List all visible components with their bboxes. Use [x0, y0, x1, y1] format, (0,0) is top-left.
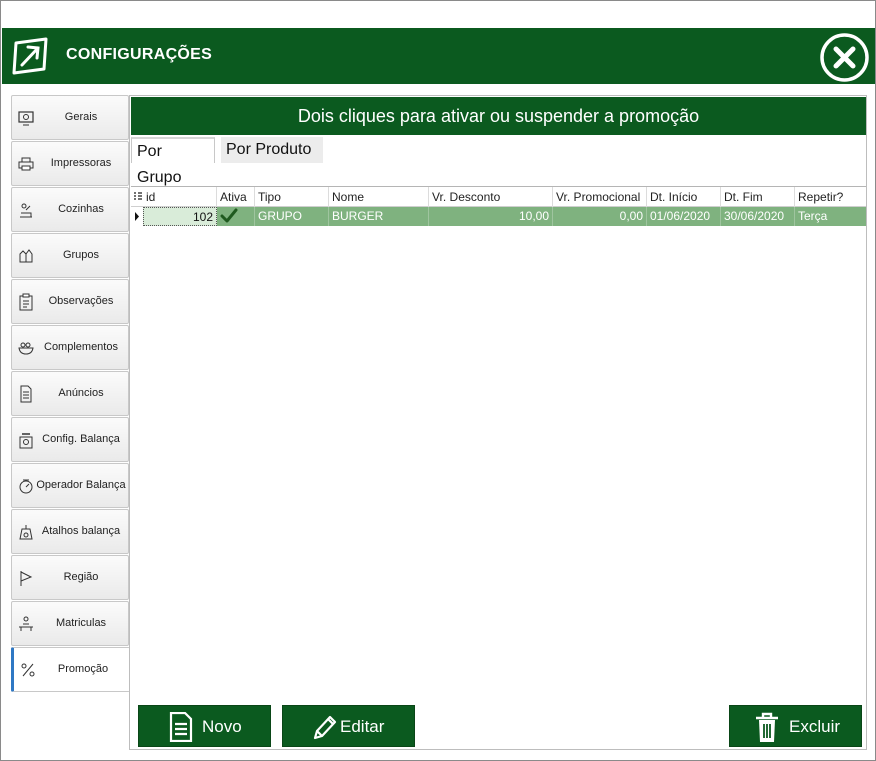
bowl-icon: [18, 342, 34, 355]
sidebar-item-label: Região: [63, 571, 99, 583]
sidebar-item-label: Cozinhas: [58, 203, 104, 215]
column-chooser-icon[interactable]: [134, 192, 142, 202]
cell-tipo[interactable]: GRUPO: [255, 207, 329, 226]
cell-repetir[interactable]: Terça: [795, 207, 866, 226]
sidebar-item-gerais[interactable]: Gerais: [11, 95, 129, 140]
row-pointer-icon: [135, 212, 139, 221]
check-icon: [220, 208, 238, 223]
printer-icon: [18, 157, 34, 171]
sidebar-item-label: Impressoras: [50, 157, 112, 169]
sidebar-item-promocao[interactable]: Promoção: [11, 647, 130, 692]
sidebar-item-label: Anúncios: [58, 387, 104, 399]
col-header-repetir[interactable]: Repetir?: [795, 187, 866, 207]
scale-dial-icon: [19, 479, 33, 494]
document-icon: [169, 712, 193, 742]
sidebar-item-operador-balanca[interactable]: Operador Balança: [11, 463, 129, 508]
edit-button-label: Editar: [340, 717, 385, 736]
promotion-icon: [21, 663, 35, 677]
pencil-icon: [313, 715, 337, 740]
flag-icon: [20, 571, 33, 586]
table-row[interactable]: 102 GRUPO BURGER 10,00 0,00 01/06/2020 3…: [131, 207, 866, 226]
sidebar-item-atalhos-balanca[interactable]: Atalhos balança: [11, 509, 129, 554]
col-header-tipo[interactable]: Tipo: [255, 187, 329, 207]
monitor-gear-icon: [18, 111, 34, 126]
sidebar-item-impressoras[interactable]: Impressoras: [11, 141, 129, 186]
clipboard-icon: [19, 293, 33, 311]
sidebar-item-regiao[interactable]: Região: [11, 555, 129, 600]
sidebar-item-grupos[interactable]: Grupos: [11, 233, 129, 278]
title-bar: CONFIGURAÇÕES: [2, 28, 875, 84]
sidebar-item-label: Atalhos balança: [41, 525, 121, 537]
cell-nome[interactable]: BURGER: [329, 207, 429, 226]
window-title: CONFIGURAÇÕES: [66, 46, 213, 63]
col-header-id[interactable]: id: [143, 187, 217, 207]
col-header-vr-desconto[interactable]: Vr. Desconto: [429, 187, 553, 207]
sidebar-item-label: Matriculas: [55, 617, 107, 629]
sidebar-item-label: Promoção: [57, 663, 109, 675]
cell-vr-promocional[interactable]: 0,00: [553, 207, 647, 226]
cell-ativa[interactable]: [217, 207, 255, 226]
instruction-banner: Dois cliques para ativar ou suspender a …: [131, 97, 866, 135]
col-header-dt-fim[interactable]: Dt. Fim: [721, 187, 795, 207]
cell-vr-desconto[interactable]: 10,00: [429, 207, 553, 226]
app-logo-icon: [12, 37, 48, 75]
edit-button[interactable]: Editar: [282, 705, 415, 747]
main-panel: Dois cliques para ativar ou suspender a …: [129, 95, 867, 750]
delete-button-label: Excluir: [789, 717, 841, 736]
document-icon: [20, 385, 32, 403]
sidebar-item-label: Config. Balança: [42, 433, 120, 445]
sidebar-item-matriculas[interactable]: Matriculas: [11, 601, 129, 646]
sidebar-item-label: Observações: [48, 295, 114, 307]
col-header-nome[interactable]: Nome: [329, 187, 429, 207]
trash-icon: [756, 712, 778, 742]
config-window: CONFIGURAÇÕES Gerais Impressoras Cozinha…: [0, 0, 876, 761]
sidebar-item-complementos[interactable]: Complementos: [11, 325, 129, 370]
sidebar-item-label: Complementos: [44, 341, 118, 353]
groups-icon: [19, 249, 33, 263]
kitchen-icon: [20, 203, 32, 218]
tab-por-grupo[interactable]: Por Grupo: [131, 137, 215, 186]
scale-icon: [19, 433, 33, 449]
col-header-vr-promocional[interactable]: Vr. Promocional: [553, 187, 647, 207]
close-icon[interactable]: [819, 32, 870, 83]
tab-por-produto[interactable]: Por Produto: [221, 137, 323, 163]
sidebar-item-label: Gerais: [64, 111, 98, 123]
new-button[interactable]: Novo: [138, 705, 271, 747]
sidebar-item-label: Operador Balança: [36, 479, 126, 491]
cell-dt-inicio[interactable]: 01/06/2020: [647, 207, 721, 226]
new-button-label: Novo: [202, 717, 242, 736]
sidebar-item-cozinhas[interactable]: Cozinhas: [11, 187, 129, 232]
sidebar-item-anuncios[interactable]: Anúncios: [11, 371, 129, 416]
col-header-dt-inicio[interactable]: Dt. Início: [647, 187, 721, 207]
grid-header: id Ativa Tipo Nome Vr. Desconto Vr. Prom…: [131, 187, 866, 207]
promotions-grid[interactable]: id Ativa Tipo Nome Vr. Desconto Vr. Prom…: [131, 186, 866, 699]
cell-id[interactable]: 102: [143, 207, 217, 226]
sidebar-item-config-balanca[interactable]: Config. Balança: [11, 417, 129, 462]
sidebar-item-observacoes[interactable]: Observações: [11, 279, 129, 324]
col-header-ativa[interactable]: Ativa: [217, 187, 255, 207]
matricula-icon: [19, 616, 33, 631]
sidebar-item-label: Grupos: [62, 249, 100, 261]
cell-dt-fim[interactable]: 30/06/2020: [721, 207, 795, 226]
scale-weight-icon: [19, 525, 33, 540]
delete-button[interactable]: Excluir: [729, 705, 862, 747]
